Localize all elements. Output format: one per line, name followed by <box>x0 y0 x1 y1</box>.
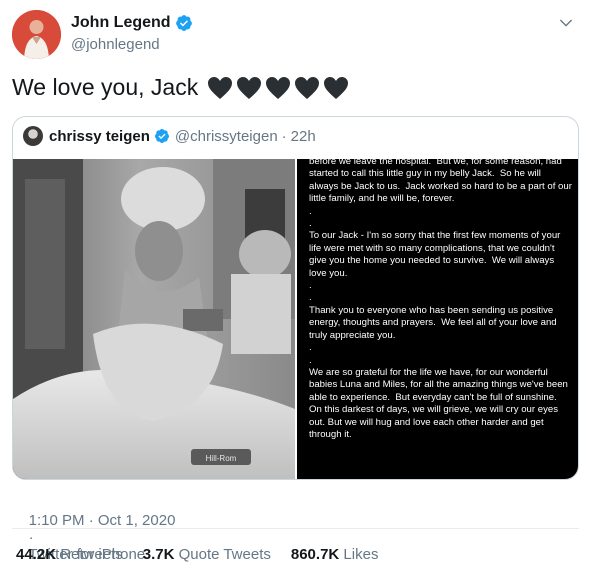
chevron-down-icon[interactable] <box>557 14 575 32</box>
retweets-label: Retweets <box>60 546 123 563</box>
verified-badge-icon <box>175 15 192 31</box>
retweets-stat[interactable]: 44.2K Retweets <box>16 546 123 563</box>
quoted-media: Hill-Rom before we leave the hospital. B… <box>13 159 578 479</box>
quoted-handle: @chrissyteigen <box>174 127 278 145</box>
note-paragraph: We are so grateful for the life we have,… <box>309 366 571 440</box>
verified-badge-icon <box>154 129 169 143</box>
quoted-tweet-header: chrissy teigen @chrissyteigen · 22h <box>23 126 316 146</box>
avatar[interactable] <box>12 10 61 59</box>
note-paragraph: . <box>309 354 312 366</box>
quoted-tweet[interactable]: chrissy teigen @chrissyteigen · 22h Hill… <box>12 116 579 480</box>
quote-tweets-count: 3.7K <box>142 546 175 563</box>
note-paragraph: . <box>309 342 312 354</box>
heart-emoji-group <box>207 76 349 100</box>
note-paragraph: . <box>309 280 312 292</box>
likes-stat[interactable]: 860.7K Likes <box>291 546 379 563</box>
notes-screenshot: before we leave the hospital. But we, fo… <box>297 159 578 479</box>
divider <box>12 528 579 529</box>
note-paragraph: Thank you to everyone who has been sendi… <box>309 304 560 341</box>
separator-dot: · <box>281 127 287 145</box>
separator-dot: · <box>28 529 34 546</box>
quote-tweets-label: Quote Tweets <box>178 546 271 563</box>
bed-brand-label: Hill-Rom <box>206 454 237 463</box>
author-handle[interactable]: @johnlegend <box>71 36 160 53</box>
black-heart-icon <box>208 76 233 99</box>
tweet-text-line: We love you, Jack <box>12 74 349 101</box>
black-heart-icon <box>237 76 262 99</box>
tweet: John Legend @johnlegend We love you, Jac… <box>0 0 591 575</box>
tweet-timestamp[interactable]: 1:10 PM · Oct 1, 2020 <box>29 512 176 529</box>
black-heart-icon <box>295 76 320 99</box>
tweet-header: John Legend @johnlegend <box>12 10 579 60</box>
tweet-stats: 44.2K Retweets 3.7K Quote Tweets 860.7K … <box>16 546 378 563</box>
quoted-photo[interactable]: Hill-Rom <box>13 159 295 479</box>
tweet-meta: 1:10 PM · Oct 1, 2020 · Twitter for iPho… <box>12 495 175 575</box>
black-heart-icon <box>324 76 349 99</box>
likes-count: 860.7K <box>290 546 340 563</box>
note-paragraph: . <box>309 218 312 230</box>
likes-label: Likes <box>343 546 379 563</box>
note-paragraph: . <box>309 205 312 217</box>
author-display-name[interactable]: John Legend <box>71 14 171 32</box>
note-paragraph: . <box>309 292 312 304</box>
quote-tweets-stat[interactable]: 3.7K Quote Tweets <box>143 546 271 563</box>
note-paragraph: To our Jack - I'm so sorry that the firs… <box>309 230 564 279</box>
black-heart-icon <box>266 76 291 99</box>
quoted-display-name: chrissy teigen <box>49 127 150 145</box>
quoted-timestamp: 22h <box>290 127 316 145</box>
retweets-count: 44.2K <box>16 546 57 563</box>
tweet-text: We love you, Jack <box>12 74 199 100</box>
note-paragraph: before we leave the hospital. But we, fo… <box>309 159 575 205</box>
quoted-avatar <box>23 126 43 146</box>
